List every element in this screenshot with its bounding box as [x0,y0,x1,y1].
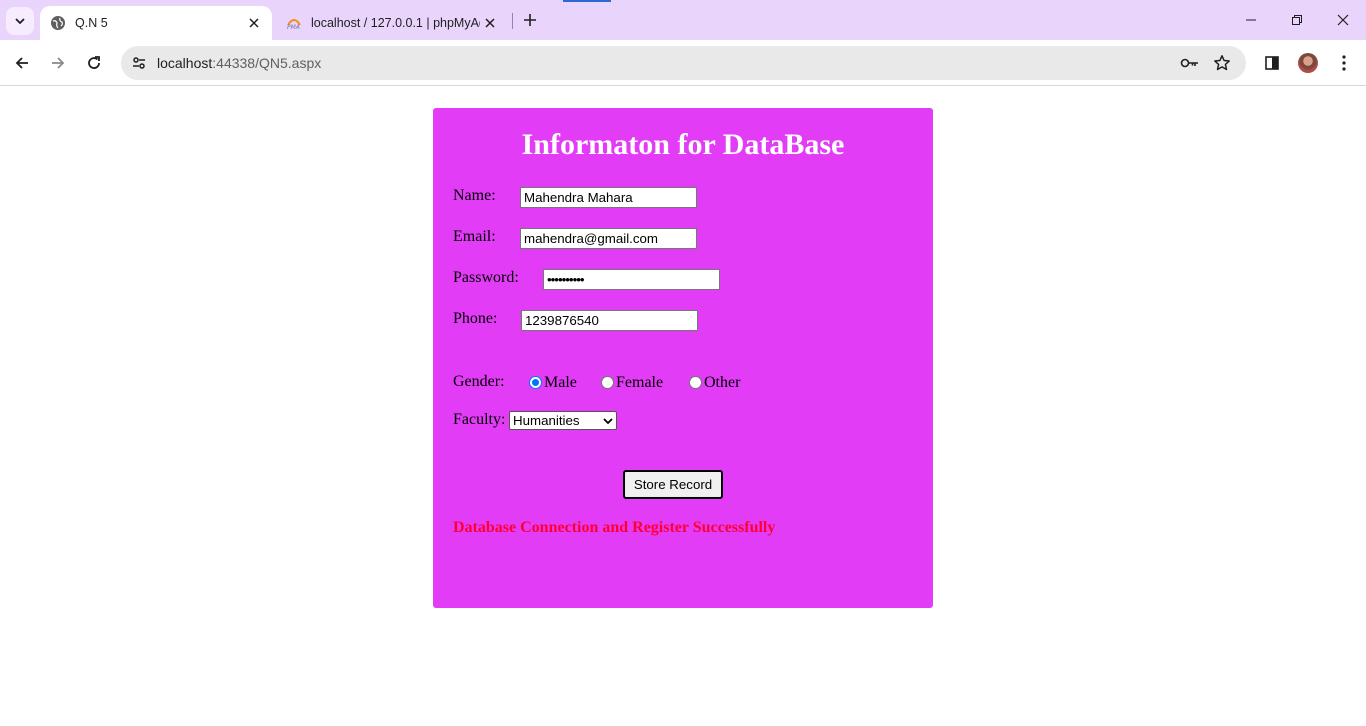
url-text[interactable]: localhost:44338/QN5.aspx [157,55,1174,71]
phpmyadmin-icon: PMA [286,15,302,31]
radio-label: Female [616,374,664,391]
forward-button[interactable] [44,49,72,77]
arrow-right-icon [52,57,65,69]
phone-label: Phone: [453,310,498,327]
globe-icon [50,15,66,31]
menu-button[interactable] [1330,49,1358,77]
registration-form-panel: Informaton for DataBase Name: Mahendra M… [433,108,933,608]
tab-strip: Q.N 5 PMA localhost / 127.0.0.1 | phpMyA… [0,0,1366,40]
back-button[interactable] [8,49,36,77]
status-message: Database Connection and Register Success… [453,519,776,536]
star-icon [1214,55,1230,71]
svg-text:PMA: PMA [287,24,300,30]
form-heading: Informaton for DataBase [521,128,845,161]
password-label: Password: [453,269,519,286]
tab-title: localhost / 127.0.0.1 | phpMyAd [311,16,480,30]
url-path: :44338/QN5.aspx [212,55,322,71]
new-tab-button[interactable] [518,8,542,32]
radio-button-selected[interactable] [529,375,542,389]
url-host: localhost [157,55,213,71]
chevron-down-icon [15,18,25,25]
phone-input[interactable]: 1239876540 [521,310,698,331]
tab-close-icon[interactable] [480,13,500,33]
side-panel-button[interactable] [1258,49,1286,77]
minimize-button[interactable] [1228,0,1274,40]
tab-close-icon[interactable] [244,13,264,33]
loading-indicator [563,0,611,2]
arrow-left-icon [15,57,28,69]
chevron-down-icon [600,417,616,425]
gender-radio-female[interactable]: Female [601,374,663,392]
plus-icon [524,14,536,26]
minimize-icon [1246,19,1256,21]
close-icon [1337,14,1349,26]
profile-button[interactable] [1294,49,1322,77]
site-info-button[interactable] [127,51,151,75]
email-input[interactable]: mahendra@gmail.com [520,228,697,249]
faculty-selected-value: Humanities [513,413,580,428]
browser-toolbar: localhost:44338/QN5.aspx [0,40,1366,86]
gender-radio-male[interactable]: Male [529,374,577,392]
password-input[interactable]: •••••••••• [543,269,720,290]
name-input[interactable]: Mahendra Mahara [520,187,697,208]
gender-label: Gender: [453,373,505,390]
radio-label: Other [704,374,741,391]
key-icon [1180,58,1198,68]
store-record-button[interactable]: Store Record [623,470,723,499]
more-vert-icon [1342,55,1346,71]
restore-icon [1292,15,1302,25]
password-key-button[interactable] [1174,49,1206,77]
tune-icon [133,57,145,69]
tab-phpmyadmin[interactable]: PMA localhost / 127.0.0.1 | phpMyAd [276,6,508,40]
radio-label: Male [544,374,577,391]
name-label: Name: [453,187,496,204]
avatar [1298,53,1318,73]
radio-button[interactable] [689,375,702,389]
bookmark-button[interactable] [1206,49,1238,77]
tab-qn5[interactable]: Q.N 5 [40,6,272,40]
radio-button[interactable] [601,375,614,389]
email-label: Email: [453,228,496,245]
tab-search-button[interactable] [6,7,34,35]
faculty-select[interactable]: Humanities [509,411,617,430]
tab-separator [512,13,513,29]
reload-button[interactable] [80,49,108,77]
gender-radio-other[interactable]: Other [689,374,740,392]
address-bar[interactable]: localhost:44338/QN5.aspx [121,46,1246,80]
close-window-button[interactable] [1320,0,1366,40]
side-panel-icon [1265,56,1279,70]
faculty-label: Faculty: [453,411,506,428]
reload-icon [88,56,100,69]
tab-title: Q.N 5 [75,16,108,30]
restore-button[interactable] [1274,0,1320,40]
